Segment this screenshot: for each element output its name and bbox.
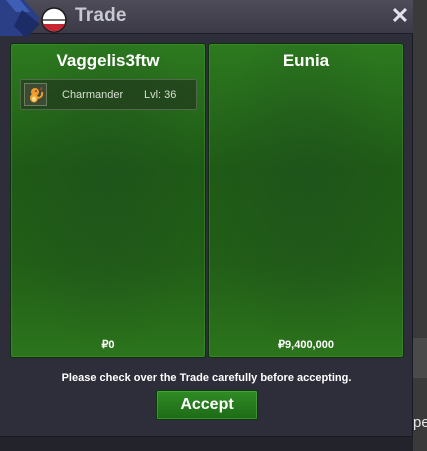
- trade-notice: Please check over the Trade carefully be…: [61, 372, 352, 384]
- title-bar[interactable]: Trade ✕: [0, 0, 413, 38]
- item-level: Lvl: 36: [144, 89, 177, 101]
- partner-offer-panel: Eunia ₽9,400,000: [208, 43, 404, 358]
- trade-item[interactable]: Charmander Lvl: 36: [20, 79, 197, 110]
- background-sprite: [413, 338, 427, 378]
- accept-button[interactable]: Accept: [156, 390, 258, 420]
- money-amount: ₽0: [101, 339, 115, 351]
- player-name: Vaggelis3ftw: [56, 51, 160, 70]
- item-name: Charmander: [62, 89, 124, 101]
- trade-window: Trade ✕ Vaggelis3ftw Charmander Lvl: 36 …: [0, 0, 413, 437]
- background-game-area: pe: [413, 0, 427, 451]
- window-title: Trade: [75, 5, 127, 26]
- player-name: Eunia: [282, 51, 330, 70]
- background-peek-text: pe: [413, 414, 427, 431]
- my-offer-panel: Vaggelis3ftw Charmander Lvl: 36 ₽0: [10, 43, 206, 358]
- close-icon[interactable]: ✕: [390, 5, 410, 27]
- charmander-sprite-icon: [24, 83, 47, 106]
- trade-logo-icon: [0, 0, 67, 38]
- money-amount: ₽9,400,000: [278, 339, 334, 351]
